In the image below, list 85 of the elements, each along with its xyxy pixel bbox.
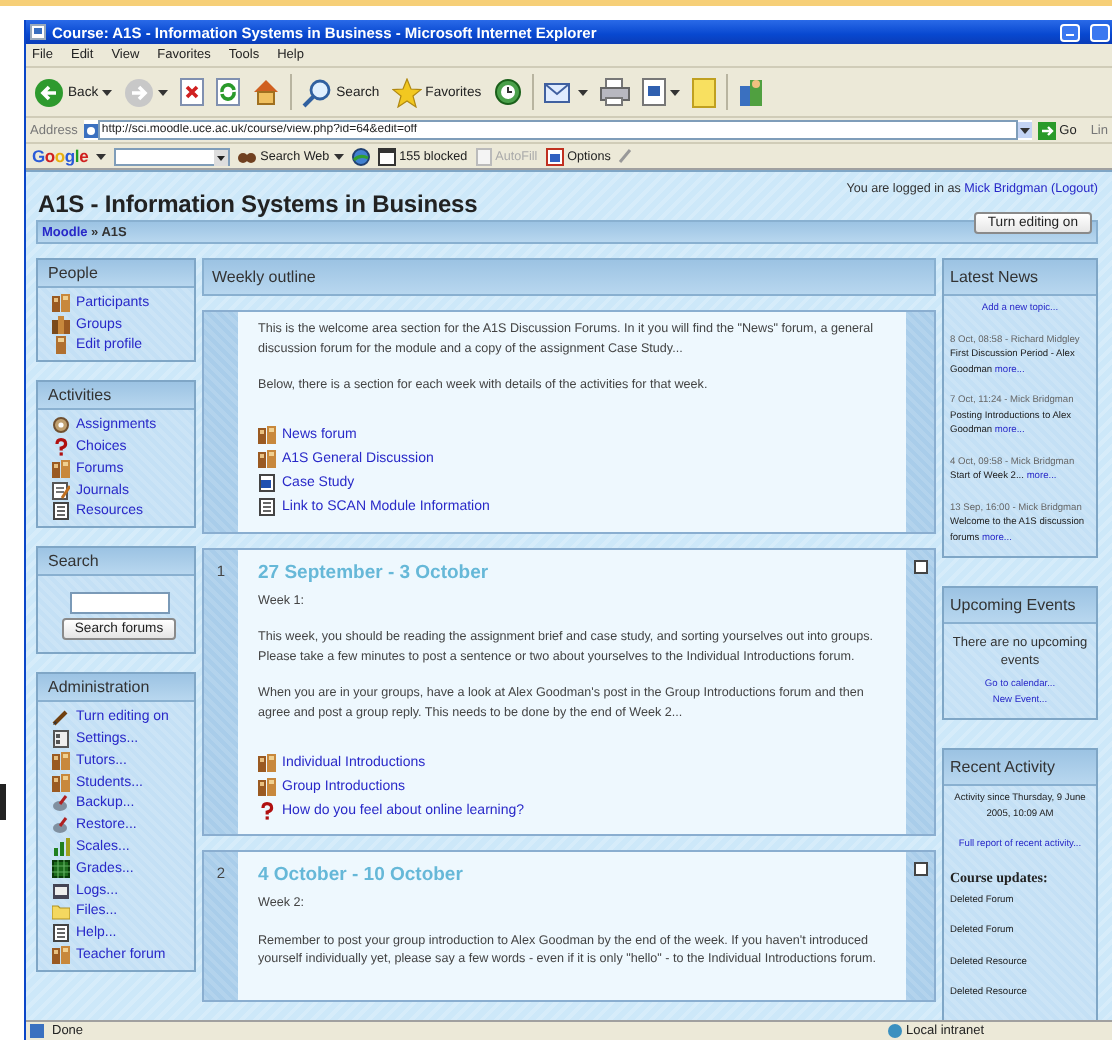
person-icon: [52, 336, 70, 355]
section-title: 27 September - 3 October: [258, 561, 491, 583]
mail-button[interactable]: [541, 78, 590, 106]
pencil-icon: [618, 148, 633, 164]
google-logo: Google: [32, 146, 89, 166]
people-icon: [737, 77, 764, 107]
highlight-toggle[interactable]: [913, 862, 927, 876]
binoculars-icon: [238, 148, 257, 164]
note-icon: [691, 77, 716, 107]
caret-icon: [577, 89, 588, 95]
document-icon: [258, 474, 276, 492]
search-field[interactable]: [114, 147, 231, 165]
caret-icon: [214, 149, 229, 165]
outline-header: Weekly outline: [202, 258, 936, 296]
document-icon: [258, 498, 276, 516]
people-icon: [52, 293, 70, 312]
window-icon: [545, 147, 564, 165]
refresh-button[interactable]: [214, 78, 243, 106]
people-icon: [52, 773, 70, 792]
envelope-icon: [543, 78, 574, 106]
grid-icon: [52, 859, 70, 878]
pencil-icon: [52, 708, 70, 727]
window-icon: [377, 147, 396, 165]
block-title: Recent Activity: [944, 750, 1096, 786]
document-icon: [52, 502, 70, 521]
question-icon: [52, 438, 70, 457]
people-icon: [258, 426, 276, 444]
question-icon: [258, 801, 276, 819]
caret-icon: [96, 153, 107, 159]
maximize-button[interactable]: [1090, 23, 1110, 41]
forward-button[interactable]: [122, 77, 171, 107]
page-rank-button[interactable]: [351, 147, 370, 165]
block-title: Activities: [38, 382, 194, 411]
block-title: People: [38, 260, 194, 288]
home-button[interactable]: [250, 78, 283, 106]
close-icon: [180, 78, 205, 106]
search-icon: [302, 77, 333, 107]
page-icon: [30, 24, 46, 40]
printer-icon: [599, 78, 630, 106]
block-title: Administration: [38, 674, 194, 703]
refresh-icon: [216, 78, 241, 106]
caret-icon: [669, 89, 680, 95]
highlight-toggle[interactable]: [913, 559, 927, 573]
arrow-icon: [1037, 121, 1056, 139]
globe-icon: [887, 1024, 902, 1038]
block-title: Search: [38, 548, 194, 577]
people-icon: [52, 459, 70, 478]
page-icon: [30, 1024, 44, 1038]
course-title: A1S - Information Systems in Business: [36, 190, 478, 218]
clock-icon: [493, 78, 522, 106]
people-icon: [258, 777, 276, 795]
block-title: Upcoming Events: [944, 588, 1096, 624]
edit-button[interactable]: [639, 78, 682, 106]
caret-icon: [1019, 127, 1030, 133]
people-icon: [258, 753, 276, 771]
gear-icon: [52, 416, 70, 435]
window-edge: [0, 784, 6, 820]
messenger-button[interactable]: [735, 77, 766, 107]
print-button[interactable]: [597, 78, 632, 106]
block-title: Latest News: [944, 260, 1096, 296]
document-icon: [641, 78, 666, 106]
disk-icon: [52, 816, 70, 835]
notepad-icon: [52, 881, 70, 900]
search-field[interactable]: [69, 592, 169, 615]
people-icon: [52, 751, 70, 770]
notebook-icon: [52, 481, 70, 500]
star-icon: [391, 77, 422, 107]
people-icon: [52, 315, 70, 334]
section-title: 4 October - 10 October: [258, 864, 465, 886]
caret-icon: [158, 89, 169, 95]
stop-button[interactable]: [178, 78, 207, 106]
caret-icon: [333, 153, 344, 159]
bar-chart-icon: [52, 838, 70, 857]
people-icon: [258, 450, 276, 468]
home-icon: [252, 78, 281, 106]
document-icon: [52, 924, 70, 943]
disk-icon: [52, 794, 70, 813]
globe-icon: [351, 147, 370, 165]
people-icon: [52, 946, 70, 965]
folder-icon: [52, 902, 70, 921]
minimize-button[interactable]: [1060, 23, 1080, 41]
form-icon: [475, 147, 492, 165]
history-button[interactable]: [491, 78, 524, 106]
form-icon: [52, 730, 70, 749]
caret-icon: [102, 89, 113, 95]
